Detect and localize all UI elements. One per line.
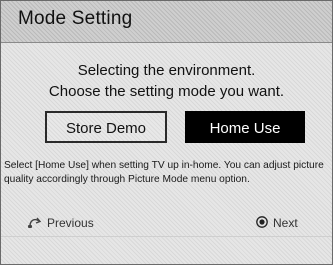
mode-setting-dialog: Mode Setting Selecting the environment. …	[0, 0, 333, 265]
prompt-line-1: Selecting the environment.	[77, 62, 256, 79]
prompt-line-2: Choose the setting mode you want.	[48, 83, 285, 100]
home-use-button[interactable]: Home Use	[185, 111, 305, 143]
previous-label: Previous	[47, 216, 94, 230]
footer-divider	[1, 236, 332, 237]
dialog-title: Mode Setting	[18, 8, 133, 29]
return-icon	[28, 217, 42, 228]
next-button[interactable]: Next	[256, 214, 298, 230]
next-label: Next	[273, 216, 298, 230]
enter-icon	[256, 216, 268, 228]
dialog-title-bar: Mode Setting	[1, 1, 332, 43]
help-description: Select [Home Use] when setting TV up in-…	[4, 160, 324, 185]
store-demo-button[interactable]: Store Demo	[45, 111, 167, 143]
previous-button[interactable]: Previous	[28, 214, 94, 230]
